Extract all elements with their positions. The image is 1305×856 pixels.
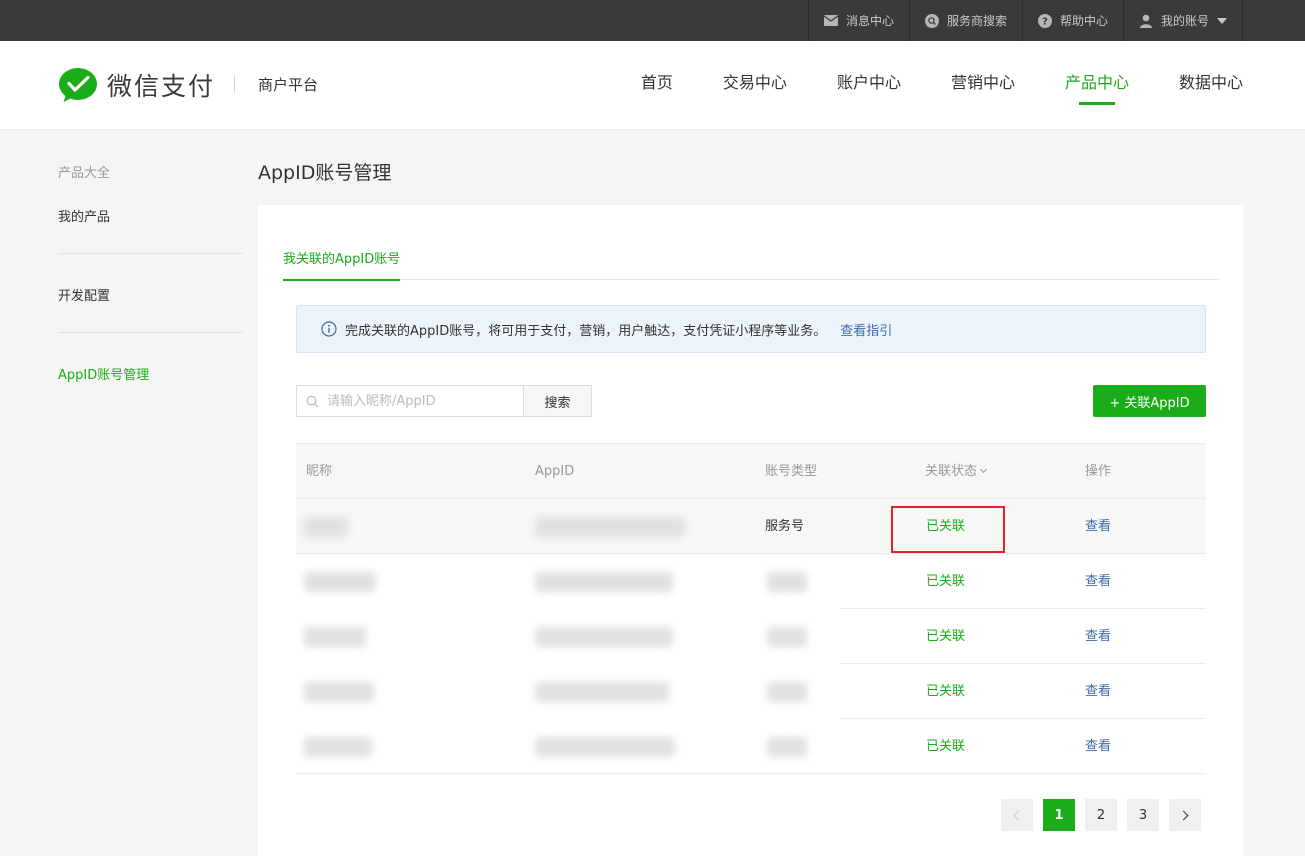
search-circle-icon: [924, 13, 939, 28]
pagination-page-2[interactable]: 2: [1085, 799, 1117, 831]
topbar-item-help[interactable]: ? 帮助中心: [1021, 0, 1123, 41]
sidebar-item-my-products[interactable]: 我的产品: [58, 206, 110, 225]
account-type: 服务号: [765, 519, 805, 534]
view-link[interactable]: 查看: [1085, 609, 1111, 664]
redacted-nickname: [304, 737, 372, 757]
sidebar-item-appid-management[interactable]: AppID账号管理: [58, 364, 149, 383]
sidebar-divider: [58, 332, 243, 333]
redacted-account-type: [767, 682, 807, 702]
chevron-left-icon: [1013, 810, 1024, 820]
nav-marketing[interactable]: 营销中心: [951, 41, 1015, 130]
search-input[interactable]: [327, 393, 512, 409]
tab-linked-appids[interactable]: 我关联的AppID账号: [283, 248, 401, 281]
view-guide-link[interactable]: 查看指引: [840, 320, 892, 339]
redacted-nickname: [304, 517, 348, 537]
column-header-status[interactable]: 关联状态: [925, 444, 988, 500]
envelope-icon: [823, 15, 838, 26]
view-link[interactable]: 查看: [1085, 554, 1111, 609]
column-header-label: 关联状态: [925, 464, 978, 479]
info-icon: [321, 321, 337, 337]
help-icon: ?: [1037, 13, 1052, 28]
chevron-down-icon: [979, 465, 988, 474]
topbar-item-provider-search[interactable]: 服务商搜索: [908, 0, 1022, 41]
redacted-account-type: [767, 737, 807, 757]
content-card: 我关联的AppID账号 完成关联的AppID账号，将可用于支付，营销，用户触达，…: [258, 205, 1243, 856]
topbar-item-label: 帮助中心: [1059, 14, 1108, 28]
topbar-item-label: 我的账号: [1160, 14, 1209, 28]
sidebar-divider: [58, 253, 243, 254]
logo[interactable]: 微信支付: [58, 67, 215, 103]
table-header: 昵称 AppID 账号类型 关联状态 操作: [296, 443, 1206, 499]
topbar-item-label: 消息中心: [845, 14, 894, 28]
nav-transactions[interactable]: 交易中心: [723, 41, 787, 130]
wechat-pay-logo-icon: [59, 68, 97, 102]
redacted-appid: [535, 517, 685, 537]
svg-text:?: ?: [1042, 16, 1048, 27]
column-header-nickname: 昵称: [306, 464, 333, 479]
redacted-appid: [535, 737, 675, 757]
redacted-account-type: [767, 627, 807, 647]
user-icon: [1139, 14, 1152, 28]
view-link[interactable]: 查看: [1085, 664, 1111, 719]
table-row: 已关联 查看: [296, 719, 1206, 774]
highlight-box: [891, 506, 1005, 553]
table-row: 服务号 已关联 查看: [296, 499, 1206, 554]
status-badge: 已关联: [926, 629, 966, 644]
appid-table: 昵称 AppID 账号类型 关联状态 操作 服务号 已关联 查看 已关联 查看: [296, 443, 1206, 774]
pagination-page-1[interactable]: 1: [1043, 799, 1075, 831]
topbar-item-label: 服务商搜索: [946, 14, 1007, 28]
redacted-appid: [535, 682, 669, 702]
add-appid-button[interactable]: + 关联AppID: [1093, 385, 1206, 417]
redacted-account-type: [767, 572, 807, 592]
logo-text: 微信支付: [107, 72, 216, 101]
sidebar-group-label: 产品大全: [58, 166, 111, 181]
top-bar: 消息中心 服务商搜索 ? 帮助中心 我的账号: [0, 0, 1305, 41]
column-header-appid: AppID: [535, 464, 575, 479]
status-badge: 已关联: [926, 574, 966, 589]
pagination-prev-button[interactable]: [1001, 799, 1033, 831]
info-notice: 完成关联的AppID账号，将可用于支付，营销，用户触达，支付凭证小程序等业务。 …: [296, 305, 1206, 353]
view-link[interactable]: 查看: [1085, 719, 1111, 774]
search-button[interactable]: 搜索: [523, 385, 592, 417]
logo-subtitle: 商户平台: [258, 76, 319, 94]
search-bar: 搜索: [296, 385, 592, 417]
status-badge: 已关联: [926, 684, 966, 699]
status-badge: 已关联: [926, 739, 966, 754]
nav-home[interactable]: 首页: [641, 41, 673, 130]
chevron-right-icon: [1178, 810, 1189, 820]
redacted-appid: [535, 627, 673, 647]
sidebar-item-dev-config[interactable]: 开发配置: [58, 285, 110, 304]
main-header: 微信支付 商户平台 首页 交易中心 账户中心 营销中心 产品中心 数据中心: [0, 41, 1305, 130]
redacted-nickname: [304, 572, 376, 592]
topbar-item-messages[interactable]: 消息中心: [807, 0, 909, 41]
notice-text: 完成关联的AppID账号，将可用于支付，营销，用户触达，支付凭证小程序等业务。: [345, 323, 827, 339]
nav-products[interactable]: 产品中心: [1065, 41, 1129, 130]
row-divider: [296, 773, 1206, 774]
view-link[interactable]: 查看: [1085, 499, 1111, 554]
redacted-appid: [535, 572, 673, 592]
column-header-actions: 操作: [1085, 464, 1112, 479]
page-title: AppID账号管理: [258, 162, 392, 184]
redacted-nickname: [304, 682, 374, 702]
caret-down-icon: [1217, 17, 1227, 24]
search-box: [296, 385, 523, 417]
main-nav: 首页 交易中心 账户中心 营销中心 产品中心 数据中心: [591, 41, 1243, 130]
redacted-nickname: [304, 627, 366, 647]
table-row: 已关联 查看: [296, 554, 1206, 609]
table-row: 已关联 查看: [296, 609, 1206, 664]
search-icon: [306, 395, 319, 407]
pagination: 1 2 3: [1001, 799, 1201, 831]
table-row: 已关联 查看: [296, 664, 1206, 719]
tab-bar: 我关联的AppID账号: [283, 205, 1219, 281]
topbar-item-my-account[interactable]: 我的账号: [1122, 0, 1243, 41]
pagination-page-3[interactable]: 3: [1127, 799, 1159, 831]
nav-account[interactable]: 账户中心: [837, 41, 901, 130]
column-header-account-type: 账号类型: [765, 464, 818, 479]
logo-divider: [234, 75, 235, 93]
nav-data[interactable]: 数据中心: [1179, 41, 1243, 130]
pagination-next-button[interactable]: [1169, 799, 1201, 831]
